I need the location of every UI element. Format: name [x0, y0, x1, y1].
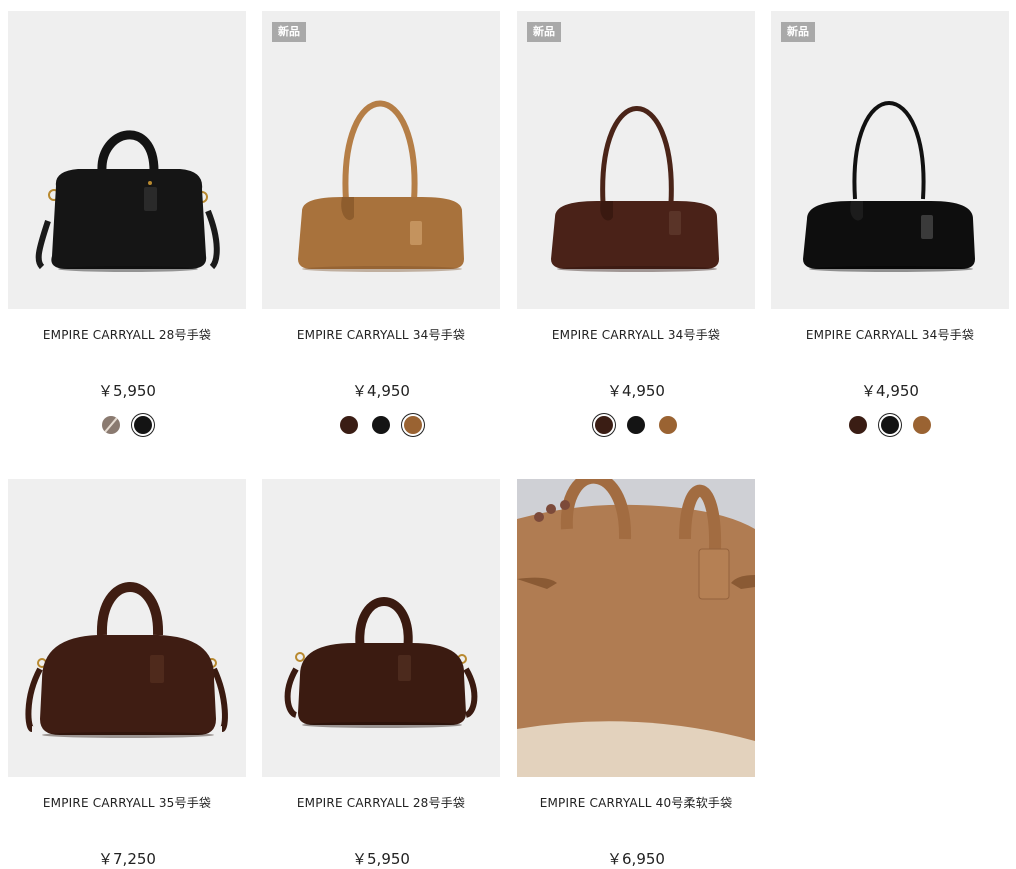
- product-card[interactable]: 新品 EMPIRE CARRYALL 34号手袋 ￥4,950: [771, 11, 1009, 438]
- product-name[interactable]: EMPIRE CARRYALL 34号手袋: [517, 326, 755, 366]
- product-price: ￥4,950: [352, 382, 410, 400]
- product-card[interactable]: EMPIRE CARRYALL 28号手袋 ￥5,950: [262, 479, 500, 869]
- product-price: ￥7,250: [98, 850, 156, 868]
- bag-illustration: [298, 100, 464, 272]
- swatch-tan[interactable]: [404, 416, 422, 434]
- bag-illustration: [803, 101, 975, 272]
- product-price: ￥5,950: [352, 850, 410, 868]
- product-image[interactable]: [8, 479, 246, 777]
- swatch-chestnut[interactable]: [340, 416, 358, 434]
- product-name[interactable]: EMPIRE CARRYALL 35号手袋: [8, 794, 246, 834]
- swatch-black[interactable]: [627, 416, 645, 434]
- swatch-tan[interactable]: [913, 416, 931, 434]
- swatch-black[interactable]: [372, 416, 390, 434]
- bag-illustration: [35, 130, 220, 272]
- product-price: ￥4,950: [861, 382, 919, 400]
- product-image[interactable]: 新品: [262, 11, 500, 309]
- swatch-taupe[interactable]: [102, 416, 120, 434]
- product-image[interactable]: 新品: [771, 11, 1009, 309]
- swatch-chestnut[interactable]: [595, 416, 613, 434]
- product-card[interactable]: EMPIRE CARRYALL 40号柔软手袋 ￥6,950: [517, 479, 755, 869]
- product-image[interactable]: [517, 479, 755, 777]
- swatch-black[interactable]: [881, 416, 899, 434]
- product-grid: EMPIRE CARRYALL 28号手袋 ￥5,950 新品 EMPIRE C…: [0, 0, 1016, 869]
- color-swatches: [771, 416, 1009, 438]
- swatch-chestnut[interactable]: [849, 416, 867, 434]
- product-price: ￥5,950: [98, 382, 156, 400]
- product-image[interactable]: [262, 479, 500, 777]
- product-card[interactable]: EMPIRE CARRYALL 35号手袋 ￥7,250: [8, 479, 246, 869]
- bag-illustration: [551, 106, 719, 272]
- product-name[interactable]: EMPIRE CARRYALL 28号手袋: [8, 326, 246, 366]
- bag-illustration: [25, 582, 228, 738]
- color-swatches: [262, 416, 500, 438]
- product-card[interactable]: 新品 EMPIRE CARRYALL 34号手袋 ￥4,950: [262, 11, 500, 438]
- product-price: ￥4,950: [607, 382, 665, 400]
- product-name[interactable]: EMPIRE CARRYALL 40号柔软手袋: [517, 794, 755, 834]
- product-card[interactable]: 新品 EMPIRE CARRYALL 34号手袋 ￥4,950: [517, 11, 755, 438]
- product-name[interactable]: EMPIRE CARRYALL 34号手袋: [262, 326, 500, 366]
- swatch-tan[interactable]: [659, 416, 677, 434]
- product-name[interactable]: EMPIRE CARRYALL 34号手袋: [771, 326, 1009, 366]
- color-swatches: [517, 416, 755, 438]
- product-price: ￥6,950: [607, 850, 665, 868]
- product-card[interactable]: EMPIRE CARRYALL 28号手袋 ￥5,950: [8, 11, 246, 438]
- product-image[interactable]: [8, 11, 246, 309]
- product-image[interactable]: 新品: [517, 11, 755, 309]
- swatch-black[interactable]: [134, 416, 152, 434]
- product-name[interactable]: EMPIRE CARRYALL 28号手袋: [262, 794, 500, 834]
- bag-illustration: [284, 597, 478, 728]
- color-swatches: [8, 416, 246, 438]
- lifestyle-bag-photo: [517, 479, 755, 777]
